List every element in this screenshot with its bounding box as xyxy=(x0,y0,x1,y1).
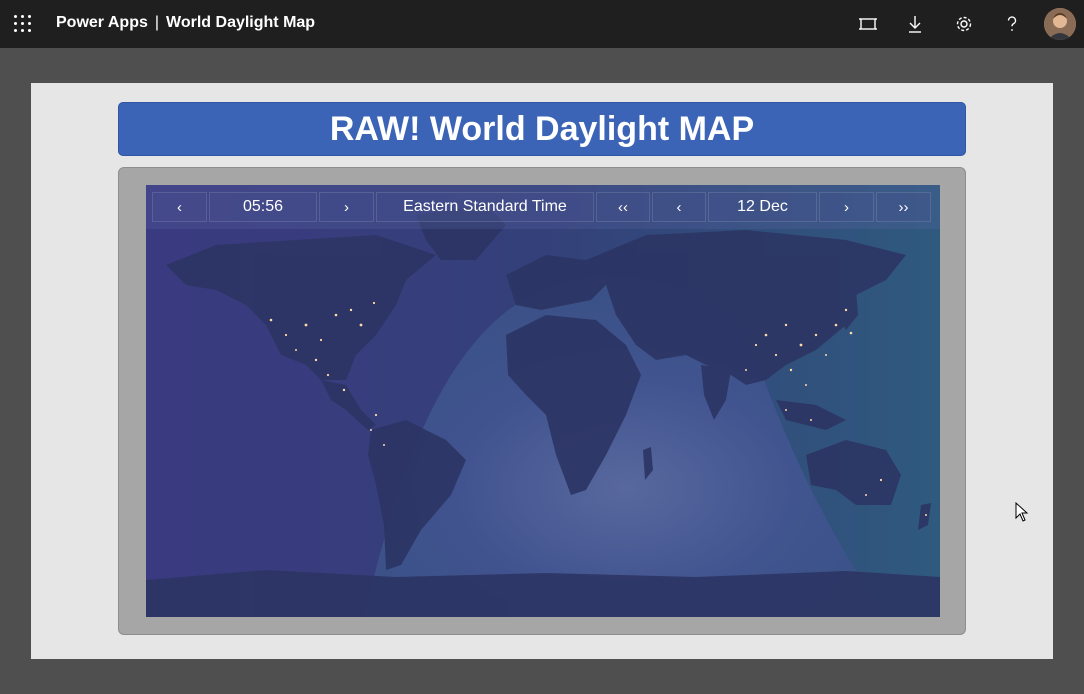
timezone-display[interactable]: Eastern Standard Time xyxy=(376,192,594,222)
map-frame: ‹ 05:56 › Eastern Standard Time ‹‹ ‹ 12 … xyxy=(118,167,966,635)
download-icon[interactable] xyxy=(903,12,927,36)
previous-time-button[interactable]: ‹ xyxy=(152,192,207,222)
next-month-button[interactable]: ›› xyxy=(876,192,931,222)
app-name: World Daylight Map xyxy=(166,14,316,31)
settings-gear-icon[interactable] xyxy=(952,12,976,36)
previous-month-button[interactable]: ‹‹ xyxy=(596,192,650,222)
app-launcher-icon[interactable] xyxy=(14,15,32,33)
world-map-graphic xyxy=(146,185,940,617)
app-title: Power Apps | World Daylight Map xyxy=(56,14,315,32)
app-canvas: RAW! World Daylight MAP ‹ 05:56 › Easter… xyxy=(31,83,1053,659)
time-display: 05:56 xyxy=(209,192,317,222)
previous-day-button[interactable]: ‹ xyxy=(652,192,706,222)
fit-to-screen-icon[interactable] xyxy=(856,12,880,36)
daylight-map: ‹ 05:56 › Eastern Standard Time ‹‹ ‹ 12 … xyxy=(146,185,940,617)
page-title: RAW! World Daylight MAP xyxy=(118,102,966,156)
next-day-button[interactable]: › xyxy=(819,192,874,222)
next-time-button[interactable]: › xyxy=(319,192,374,222)
map-controls: ‹ 05:56 › Eastern Standard Time ‹‹ ‹ 12 … xyxy=(152,192,932,222)
date-display: 12 Dec xyxy=(708,192,817,222)
app-header: Power Apps | World Daylight Map xyxy=(0,0,1084,48)
user-avatar[interactable] xyxy=(1044,8,1076,40)
title-separator: | xyxy=(154,14,160,31)
product-name: Power Apps xyxy=(56,14,148,31)
mouse-cursor-icon xyxy=(1015,501,1029,527)
help-icon[interactable] xyxy=(1000,12,1024,36)
